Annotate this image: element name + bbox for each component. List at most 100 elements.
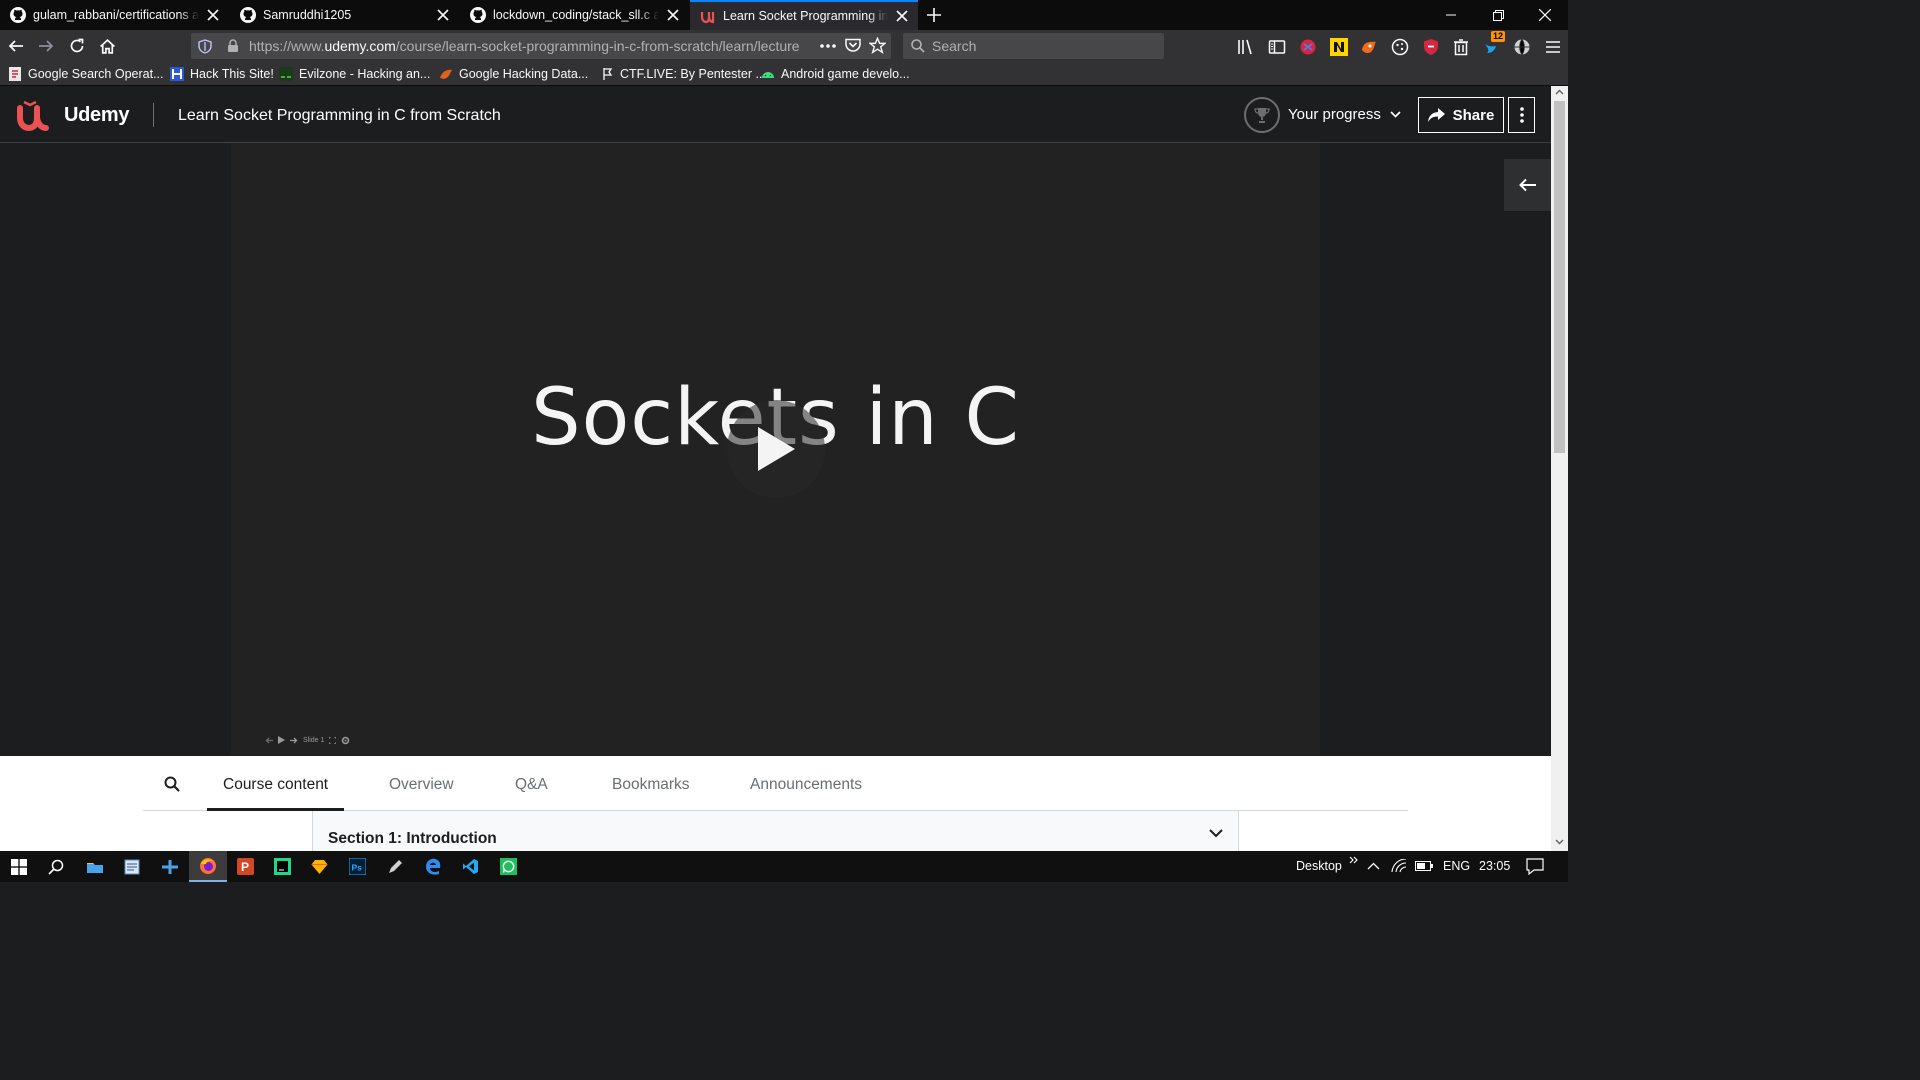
next-slide-icon[interactable] <box>290 737 298 744</box>
bookmark-hack-this-site[interactable]: Hack This Site! <box>170 62 274 86</box>
taskbar-app-explorer[interactable] <box>76 851 114 882</box>
taskbar-search-button[interactable] <box>37 851 75 882</box>
chevron-double-right-icon[interactable] <box>1349 856 1358 864</box>
browser-tab-udemy[interactable]: Learn Socket Programming in C from Scrat… <box>690 0 918 30</box>
bookmark-android-game-dev[interactable]: Android game develo... <box>761 62 910 86</box>
ghdb-icon <box>440 69 452 79</box>
library-icon[interactable] <box>1237 38 1255 56</box>
wifi-icon[interactable] <box>1391 859 1407 873</box>
play-button[interactable] <box>727 400 825 498</box>
battery-icon[interactable] <box>1415 861 1433 871</box>
pen-icon <box>389 859 402 873</box>
share-icon <box>1427 108 1445 122</box>
taskbar-app-powerpoint[interactable]: P <box>226 851 264 882</box>
minimize-window-button[interactable] <box>1428 0 1474 30</box>
close-tab-icon[interactable] <box>433 5 453 25</box>
taskbar-app-edge[interactable] <box>414 851 452 882</box>
udemy-icon <box>700 12 715 24</box>
close-tab-icon[interactable] <box>663 5 683 25</box>
search-icon <box>48 859 64 875</box>
clock[interactable]: 23:05 <box>1479 851 1510 882</box>
prev-slide-icon[interactable] <box>265 737 273 744</box>
page-actions-button[interactable] <box>819 37 837 55</box>
extension-cookie-icon[interactable] <box>1391 38 1409 56</box>
more-options-button[interactable] <box>1508 97 1535 133</box>
url-bar[interactable]: https://www.udemy.com/course/learn-socke… <box>191 33 891 59</box>
bookmark-label: Evilzone - Hacking an... <box>299 67 431 81</box>
whatsapp-icon <box>499 858 517 875</box>
taskbar-app-snipping[interactable] <box>151 851 189 882</box>
extension-notification-button[interactable]: 12 <box>1482 31 1506 58</box>
tab-qa[interactable]: Q&A <box>515 756 548 811</box>
search-icon[interactable] <box>164 776 180 792</box>
language-indicator[interactable]: ENG <box>1443 851 1470 882</box>
back-button[interactable] <box>4 34 28 58</box>
ctf-icon <box>603 68 613 80</box>
browser-tab-lockdown-coding[interactable]: lockdown_coding/stack_sll.c at master <box>460 0 689 30</box>
fullscreen-icon[interactable] <box>329 736 337 744</box>
taskbar-app-task-manager[interactable] <box>113 851 151 882</box>
share-button[interactable]: Share <box>1418 97 1504 133</box>
gear-icon[interactable] <box>341 736 350 745</box>
browser-tab-samruddhi[interactable]: Samruddhi1205 <box>230 0 459 30</box>
arrow-left-icon <box>8 40 23 52</box>
reload-button[interactable] <box>65 34 89 58</box>
browser-tab-certifications[interactable]: gulam_rabbani/certifications at master <box>0 0 229 30</box>
hamburger-menu-icon[interactable] <box>1544 38 1562 56</box>
extension-fox-icon[interactable] <box>1360 38 1378 56</box>
star-icon[interactable] <box>869 37 886 54</box>
page-scrollbar[interactable] <box>1551 86 1568 851</box>
restore-window-button[interactable] <box>1475 0 1521 30</box>
bookmark-google-hacking-database[interactable]: Google Hacking Data... <box>439 62 588 86</box>
scroll-up-icon[interactable] <box>1555 89 1564 95</box>
progress-dropdown[interactable]: Your progress <box>1244 96 1401 133</box>
taskbar-app-firefox[interactable] <box>189 851 227 882</box>
extension-shield-icon[interactable] <box>1299 38 1317 56</box>
new-tab-button[interactable] <box>922 5 946 25</box>
course-title[interactable]: Learn Socket Programming in C from Scrat… <box>178 86 501 146</box>
extension-n-icon[interactable] <box>1330 38 1348 56</box>
scroll-down-icon[interactable] <box>1555 839 1564 845</box>
pocket-icon[interactable] <box>845 38 861 53</box>
home-button[interactable] <box>95 34 119 58</box>
scrollbar-thumb[interactable] <box>1554 101 1565 453</box>
taskbar-app-pen[interactable] <box>376 851 414 882</box>
lock-icon[interactable] <box>227 39 239 53</box>
url-text[interactable]: https://www.udemy.com/course/learn-socke… <box>249 33 811 59</box>
taskbar-app-vscode[interactable] <box>451 851 489 882</box>
search-bar[interactable]: Search <box>903 33 1164 59</box>
extension-trash-icon[interactable] <box>1452 38 1470 56</box>
slide-number[interactable]: Slide 1 <box>303 737 324 744</box>
taskbar-app-pycharm[interactable] <box>263 851 301 882</box>
tab-bookmarks[interactable]: Bookmarks <box>612 756 690 811</box>
taskbar-app-photoshop[interactable]: Ps <box>338 851 376 882</box>
sidebar-icon[interactable] <box>1268 38 1286 56</box>
close-window-button[interactable] <box>1522 0 1568 30</box>
bookmark-ctf-live[interactable]: CTF.LIVE: By Pentester ... <box>600 62 766 86</box>
open-sidebar-button[interactable] <box>1504 159 1551 211</box>
tab-announcements[interactable]: Announcements <box>750 756 862 811</box>
chevron-up-icon[interactable] <box>1367 862 1380 870</box>
desktop-toolbar-label[interactable]: Desktop <box>1296 851 1342 882</box>
tab-course-content[interactable]: Course content <box>207 756 345 811</box>
start-button[interactable] <box>0 851 38 882</box>
bookmark-google-search-operators[interactable]: Google Search Operat... <box>8 62 164 86</box>
bookmark-evilzone[interactable]: Evilzone - Hacking an... <box>279 62 430 86</box>
evilzone-icon <box>279 67 293 81</box>
play-slide-icon[interactable] <box>278 736 285 744</box>
globe-icon[interactable] <box>1513 38 1531 56</box>
notifications-icon[interactable] <box>1526 858 1544 875</box>
scissors-icon <box>162 859 178 874</box>
shield-icon[interactable] <box>198 39 212 54</box>
udemy-logo[interactable]: Udemy <box>16 98 130 132</box>
tab-overview[interactable]: Overview <box>389 756 454 811</box>
close-tab-icon[interactable] <box>892 6 912 26</box>
forward-button[interactable] <box>34 34 58 58</box>
section-header[interactable]: Section 1: Introduction <box>312 811 1239 851</box>
arrow-right-icon <box>39 40 54 52</box>
video-player[interactable]: Sockets in C Slide 1 <box>231 143 1320 756</box>
close-tab-icon[interactable] <box>203 5 223 25</box>
taskbar-app-whatsapp[interactable] <box>489 851 527 882</box>
extension-ublock-icon[interactable] <box>1422 38 1440 56</box>
taskbar-app-sketch[interactable] <box>300 851 338 882</box>
